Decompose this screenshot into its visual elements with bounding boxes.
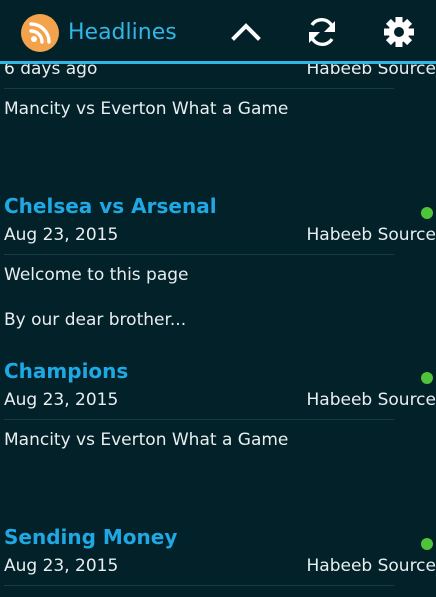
article-title[interactable]: Chelsea vs Arsenal xyxy=(4,193,217,219)
divider xyxy=(4,254,394,255)
headlines-screen: 6 days ago Habeeb Source Mancity vs Ever… xyxy=(0,0,436,597)
article-title[interactable]: Sending Money xyxy=(4,524,177,550)
unread-dot xyxy=(421,538,433,550)
article-source: Habeeb Source xyxy=(306,225,436,245)
article-date: Aug 23, 2015 xyxy=(4,225,119,245)
settings-icon[interactable] xyxy=(379,12,419,52)
article-source: Habeeb Source xyxy=(306,556,436,576)
article-date: Aug 23, 2015 xyxy=(4,556,119,576)
divider xyxy=(4,419,394,420)
unread-dot xyxy=(421,207,433,219)
divider xyxy=(4,88,394,89)
article-body: By our dear brother... xyxy=(4,310,187,330)
article-title[interactable]: Champions xyxy=(4,358,128,384)
action-bar: Headlines xyxy=(0,0,436,64)
article-body: Mancity vs Everton What a Game xyxy=(4,99,289,119)
app-title: Headlines xyxy=(68,20,177,45)
unread-dot xyxy=(421,372,433,384)
article-date: Aug 23, 2015 xyxy=(4,390,119,410)
refresh-icon[interactable] xyxy=(302,12,342,52)
divider xyxy=(4,585,394,586)
article-body: Welcome to this page xyxy=(4,265,189,285)
article-source: Habeeb Source xyxy=(306,390,436,410)
rss-icon[interactable] xyxy=(21,14,59,52)
chevron-up-icon[interactable] xyxy=(226,12,266,52)
article-body: Mancity vs Everton What a Game xyxy=(4,430,289,450)
